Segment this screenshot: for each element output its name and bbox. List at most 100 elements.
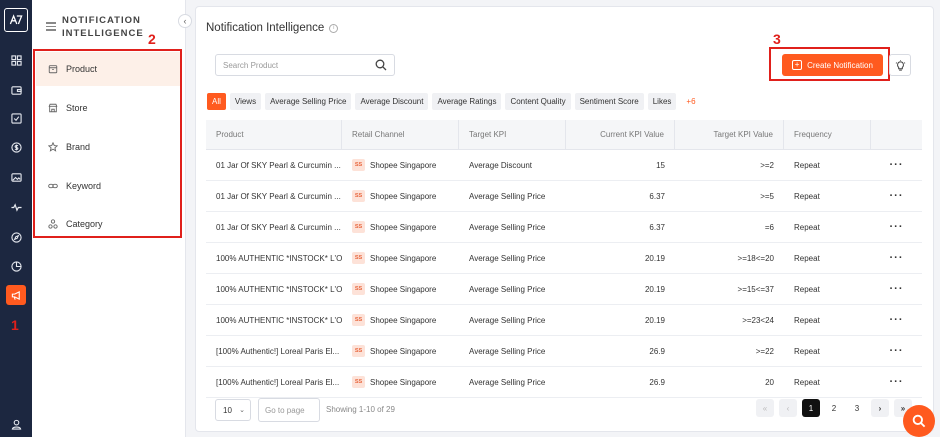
create-notification-button[interactable]: + Create Notification [782,54,883,76]
channel-cell: SS Shopee Singapore [342,243,459,273]
product-cell: [100% Authentic!] Loreal Paris El... [216,346,340,356]
chip-average-selling-price[interactable]: Average Selling Price [265,93,352,110]
checkbox-icon[interactable] [6,108,26,128]
annotation-1: 1 [11,317,19,333]
table-row[interactable]: [100% Authentic!] Loreal Paris El... SS Sh… [206,336,922,367]
kpi-cell: Average Selling Price [469,284,546,294]
chip-more[interactable]: +6 [686,97,695,106]
sidebar-item-product[interactable]: Product [36,52,180,86]
hamburger-icon[interactable] [46,22,56,33]
go-to-page-input[interactable]: Go to page [258,398,320,422]
target-kpi-cell: >=5 [760,191,774,201]
lightbulb-button[interactable] [889,54,911,76]
table-row[interactable]: 100% AUTHENTIC *INSTOCK* L'OR... SS Shopee… [206,243,922,274]
more-options-icon[interactable]: ··· [890,345,904,357]
more-options-icon[interactable]: ··· [890,190,904,202]
chip-all[interactable]: All [207,93,226,110]
more-options-icon[interactable]: ··· [890,283,904,295]
frequency-cell: Repeat [794,346,820,356]
next-page-button[interactable]: › [871,399,889,417]
chip-average-ratings[interactable]: Average Ratings [432,93,502,110]
compass-icon[interactable] [6,227,26,247]
wallet-icon[interactable] [6,80,26,100]
row-actions: ··· [871,336,922,366]
table-row[interactable]: 01 Jar Of SKY Pearl & Curcumin ... SS Shop… [206,181,922,212]
more-options-icon[interactable]: ··· [890,221,904,233]
table-row[interactable]: [100% Authentic!] Loreal Paris El... SS Sh… [206,367,922,398]
more-options-icon[interactable]: ··· [890,159,904,171]
page-3-button[interactable]: 3 [848,399,866,417]
kpi-cell: Average Selling Price [469,191,546,201]
first-page-button[interactable]: « [756,399,774,417]
column-header[interactable]: Frequency [784,120,871,149]
current-kpi-cell: 20.19 [644,253,665,263]
table-row[interactable]: 01 Jar Of SKY Pearl & Curcumin ... SS Shop… [206,150,922,181]
product-cell: 100% AUTHENTIC *INSTOCK* L'OR... [216,315,342,325]
main-panel: Notification Intelligence i Search Produ… [195,6,934,432]
target-kpi-cell: >=2 [760,160,774,170]
app-logo[interactable] [4,8,28,32]
sidebar-item-keyword[interactable]: Keyword [36,169,180,203]
search-input[interactable]: Search Product [215,54,395,76]
megaphone-icon[interactable] [6,285,26,305]
product-cell: 100% AUTHENTIC *INSTOCK* L'OR... [216,253,342,263]
search-fab-button[interactable] [903,405,935,437]
column-header[interactable]: Current KPI Value [566,120,675,149]
row-actions: ··· [871,150,922,180]
box-icon [48,65,58,74]
channel-cell: SS Shopee Singapore [342,181,459,211]
chip-content-quality[interactable]: Content Quality [505,93,571,110]
product-cell: 01 Jar Of SKY Pearl & Curcumin ... [216,160,341,170]
search-placeholder: Search Product [223,60,279,70]
sidebar-item-label: Product [66,64,98,74]
more-options-icon[interactable]: ··· [890,252,904,264]
column-header[interactable]: Target KPI Value [675,120,784,149]
sidebar-item-label: Keyword [66,181,102,191]
current-kpi-cell: 6.37 [649,191,665,201]
sidebar-item-category[interactable]: Category [36,207,180,241]
sidebar-item-brand[interactable]: Brand [36,130,180,164]
kpi-cell: Average Selling Price [469,222,546,232]
search-icon[interactable] [375,59,387,71]
chip-likes[interactable]: Likes [647,93,677,110]
collapse-sidebar-button[interactable]: ‹ [178,14,192,28]
chip-average-discount[interactable]: Average Discount [355,93,429,110]
channel-name: Shopee Singapore [370,284,437,294]
column-header[interactable]: Target KPI [459,120,566,149]
dollar-icon[interactable] [6,137,26,157]
dashboard-icon[interactable] [6,50,26,70]
product-cell: 100% AUTHENTIC *INSTOCK* L'OR... [216,284,342,294]
showing-count: Showing 1-10 of 29 [326,405,395,414]
current-kpi-cell: 6.37 [649,222,665,232]
table-row[interactable]: 01 Jar Of SKY Pearl & Curcumin ... SS Shop… [206,212,922,243]
target-kpi-cell: 20 [765,377,774,387]
info-icon[interactable]: i [329,23,339,33]
sidebar-item-store[interactable]: Store [36,91,180,125]
table-row[interactable]: 100% AUTHENTIC *INSTOCK* L'OR... SS Shopee… [206,274,922,305]
kpi-cell: Average Selling Price [469,315,546,325]
column-header[interactable]: Product [206,120,342,149]
table-row[interactable]: 100% AUTHENTIC *INSTOCK* L'OR... SS Shopee… [206,305,922,336]
more-options-icon[interactable]: ··· [890,314,904,326]
category-icon [48,219,58,229]
shopee-badge-icon: SS [352,190,365,202]
chip-sentiment-score[interactable]: Sentiment Score [574,93,644,110]
create-notification-label: Create Notification [807,60,873,70]
pulse-icon[interactable] [6,197,26,217]
table-body: 01 Jar Of SKY Pearl & Curcumin ... SS Shop… [206,150,922,398]
sidebar-title-line2: INTELLIGENCE [62,28,144,39]
chip-views[interactable]: Views [229,93,262,110]
secondary-sidebar: NOTIFICATION INTELLIGENCE 2 Product Stor… [32,0,186,437]
page-2-button[interactable]: 2 [825,399,843,417]
more-options-icon[interactable]: ··· [890,376,904,388]
image-icon[interactable] [6,167,26,187]
page-size-select[interactable]: 10 ⌄ [215,399,251,421]
lightbulb-icon [895,59,905,71]
column-header[interactable]: Retail Channel [342,120,459,149]
user-icon[interactable] [6,414,26,434]
page-1-button[interactable]: 1 [802,399,820,417]
sidebar-title-line1: NOTIFICATION [62,15,141,26]
prev-page-button[interactable]: ‹ [779,399,797,417]
pie-chart-icon[interactable] [6,256,26,276]
channel-name: Shopee Singapore [370,160,437,170]
